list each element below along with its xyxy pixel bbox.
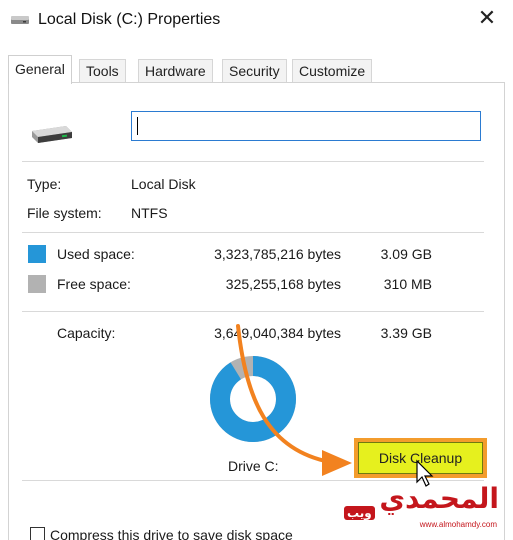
tab-security[interactable]: Security (222, 59, 287, 83)
free-space-swatch (28, 275, 46, 293)
type-value: Local Disk (131, 176, 196, 192)
compress-label: Compress this drive to save disk space (50, 527, 293, 540)
donut-used-segment (210, 356, 296, 442)
disk-cleanup-button[interactable]: Disk Cleanup (358, 442, 483, 474)
title-bar: Local Disk (C:) Properties ✕ (0, 0, 513, 44)
used-space-swatch (28, 245, 46, 263)
watermark-logo-text: المحمدي (379, 482, 499, 515)
close-icon: ✕ (477, 6, 497, 31)
tab-customize[interactable]: Customize (292, 59, 373, 83)
capacity-label: Capacity: (57, 325, 116, 341)
usage-donut-chart (210, 356, 296, 442)
capacity-size: 3.39 GB (380, 325, 432, 341)
window-title: Local Disk (C:) Properties (38, 11, 221, 28)
drive-name-input[interactable] (131, 111, 481, 141)
capacity-bytes: 3,649,040,384 bytes (214, 325, 341, 341)
divider (22, 161, 484, 162)
free-space-bytes: 325,255,168 bytes (225, 276, 341, 292)
watermark-badge: ويب (344, 506, 375, 520)
file-system-label: File system: (27, 205, 102, 221)
used-space-label: Used space: (57, 246, 135, 262)
tab-general[interactable]: General (8, 55, 72, 84)
free-space-size: 310 MB (383, 276, 432, 292)
hard-drive-icon (32, 126, 72, 143)
close-button[interactable]: ✕ (469, 4, 505, 36)
used-space-bytes: 3,323,785,216 bytes (214, 246, 341, 262)
file-system-value: NTFS (131, 205, 168, 221)
tab-tools[interactable]: Tools (79, 59, 126, 83)
compress-checkbox[interactable] (30, 527, 45, 540)
watermark-url: www.almohamdy.com (419, 520, 497, 529)
divider (22, 232, 484, 233)
divider (22, 480, 484, 481)
tab-hardware[interactable]: Hardware (138, 59, 213, 83)
type-label: Type: (27, 176, 62, 192)
disk-cleanup-highlight: Disk Cleanup (354, 438, 487, 478)
free-space-label: Free space: (57, 276, 131, 292)
drive-properties-icon (11, 16, 29, 24)
divider (22, 311, 484, 312)
used-space-size: 3.09 GB (380, 246, 432, 262)
site-watermark: المحمدي ويب www.almohamdy.com (340, 482, 505, 540)
text-caret (137, 117, 138, 135)
drive-label: Drive C: (228, 458, 279, 474)
